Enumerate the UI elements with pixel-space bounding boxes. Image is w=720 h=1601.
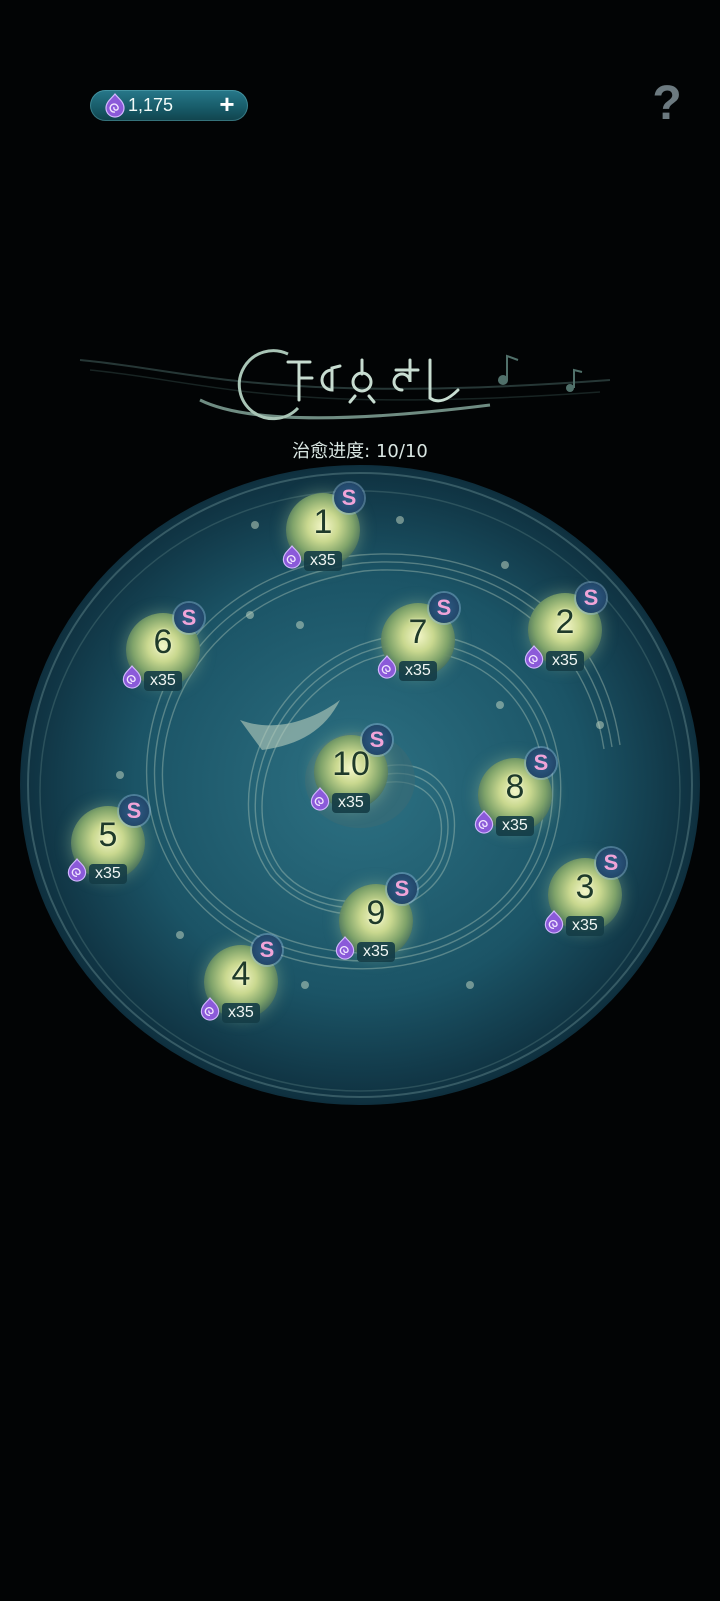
badge-letter: S	[369, 727, 385, 752]
node-cost: x35	[144, 671, 182, 691]
node-8[interactable]: 8 S x35	[472, 748, 568, 846]
node-cost: x35	[89, 864, 127, 884]
swirl-gem-icon	[310, 787, 330, 811]
badge-letter: S	[126, 798, 142, 823]
currency-bar: 1,175 +	[90, 90, 248, 121]
swirl-gem-icon	[282, 545, 302, 569]
swirl-gem-icon	[524, 645, 544, 669]
node-6[interactable]: 6 S x35	[120, 603, 216, 701]
swirl-gem-icon	[105, 93, 125, 118]
s-rune-icon: S	[119, 796, 149, 826]
badge-letter: S	[603, 850, 619, 875]
swirl-gem-icon	[377, 655, 397, 679]
add-currency-button[interactable]: +	[214, 91, 240, 118]
badge-letter: S	[181, 605, 197, 630]
s-rune-icon: S	[596, 848, 626, 878]
swirl-gem-icon	[67, 858, 87, 882]
node-3[interactable]: 3 S x35	[542, 848, 638, 946]
badge-letter: S	[259, 937, 275, 962]
s-rune-icon: S	[174, 603, 204, 633]
s-rune-icon: S	[429, 593, 459, 623]
node-4[interactable]: 4 S x35	[198, 935, 294, 1033]
node-cost: x35	[332, 793, 370, 813]
s-rune-icon: S	[526, 748, 556, 778]
node-1[interactable]: 1 S x35	[280, 483, 376, 581]
s-rune-icon: S	[387, 874, 417, 904]
s-rune-icon: S	[334, 483, 364, 513]
badge-letter: S	[583, 585, 599, 610]
badge-letter: S	[394, 876, 410, 901]
node-5[interactable]: 5 S x35	[65, 796, 161, 894]
node-cost: x35	[399, 661, 437, 681]
node-cost: x35	[566, 916, 604, 936]
node-cost: x35	[546, 651, 584, 671]
healing-board: 1 S x35 2 S x35 3 S x35 4 S x35 5 S x35	[0, 445, 720, 1145]
currency-amount: 1,175	[128, 95, 174, 115]
rune-title-banner	[79, 349, 610, 421]
node-10[interactable]: 10 S x35	[308, 725, 404, 823]
node-cost: x35	[496, 816, 534, 836]
s-rune-icon: S	[576, 583, 606, 613]
node-cost: x35	[304, 551, 342, 571]
badge-letter: S	[341, 485, 357, 510]
node-cost: x35	[357, 942, 395, 962]
s-rune-icon: S	[362, 725, 392, 755]
badge-letter: S	[533, 750, 549, 775]
node-7[interactable]: 7 S x35	[375, 593, 471, 691]
swirl-gem-icon	[335, 936, 355, 960]
node-2[interactable]: 2 S x35	[522, 583, 618, 681]
help-button[interactable]: ?	[648, 78, 686, 130]
node-cost: x35	[222, 1003, 260, 1023]
swirl-gem-icon	[200, 997, 220, 1021]
swirl-gem-icon	[474, 810, 494, 834]
node-9[interactable]: 9 S x35	[333, 874, 429, 972]
swirl-gem-icon	[122, 665, 142, 689]
swirl-gem-icon	[544, 910, 564, 934]
badge-letter: S	[436, 595, 452, 620]
s-rune-icon: S	[252, 935, 282, 965]
